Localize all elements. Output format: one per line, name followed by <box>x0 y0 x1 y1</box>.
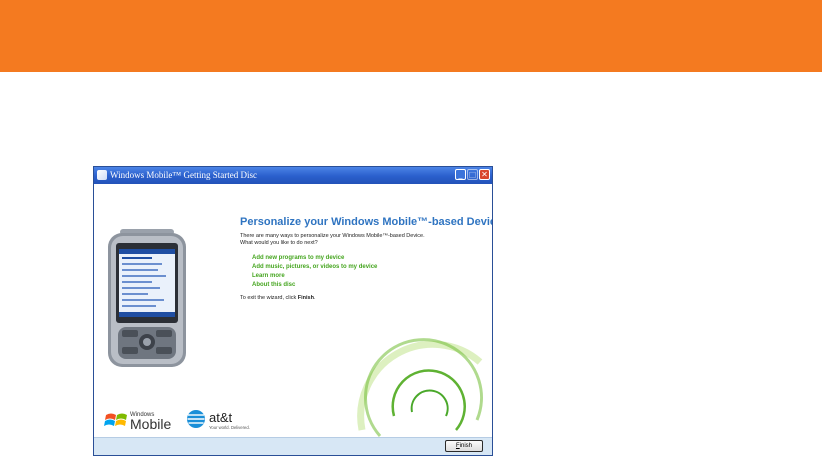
top-banner <box>0 0 822 72</box>
page-heading: Personalize your Windows Mobile™-based D… <box>240 216 493 228</box>
window-title: Windows Mobile™ Getting Started Disc <box>110 170 257 180</box>
windows-mobile-logo: Windows Mobile <box>104 412 171 432</box>
app-icon <box>97 170 107 180</box>
mobile-word: Mobile <box>130 416 171 432</box>
intro-line-2: What would you like to do next? <box>240 240 318 246</box>
intro-line-1: There are many ways to personalize your … <box>240 233 425 239</box>
option-learn-more[interactable]: Learn more <box>252 272 285 280</box>
att-logo: at&t Your world. Delivered. <box>187 410 250 430</box>
exit-suffix: . <box>313 295 316 301</box>
minimize-button[interactable]: _ <box>455 169 466 180</box>
maximize-button[interactable]: □ <box>467 169 478 180</box>
finish-button[interactable]: Finish <box>445 440 483 452</box>
att-tagline: Your world. Delivered. <box>209 425 250 430</box>
intro-text: There are many ways to personalize your … <box>240 233 425 247</box>
option-add-media[interactable]: Add music, pictures, or videos to my dev… <box>252 263 377 271</box>
footer-bar: Finish <box>94 437 492 455</box>
option-add-programs[interactable]: Add new programs to my device <box>252 254 344 262</box>
title-bar[interactable]: Windows Mobile™ Getting Started Disc _ □… <box>94 167 492 184</box>
wizard-window: Windows Mobile™ Getting Started Disc _ □… <box>93 166 493 456</box>
exit-prefix: To exit the wizard, click <box>240 295 298 301</box>
green-swirl-graphic <box>357 338 483 437</box>
att-wordmark: at&t <box>209 410 233 425</box>
exit-finish-word: Finish <box>297 295 314 301</box>
option-about-disc[interactable]: About this disc <box>252 281 295 289</box>
pda-phone-icon <box>108 229 186 367</box>
close-button[interactable]: ✕ <box>479 169 490 180</box>
exit-instruction: To exit the wizard, click Finish. <box>240 295 316 301</box>
wizard-content: Personalize your Windows Mobile™-based D… <box>94 184 492 455</box>
